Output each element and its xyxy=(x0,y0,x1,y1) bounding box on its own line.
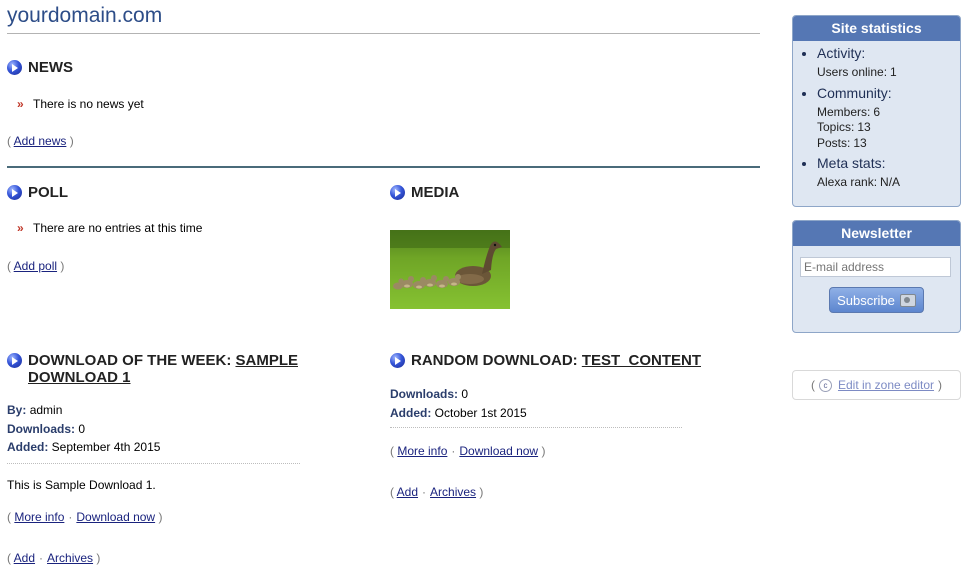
alexa-rank-row: Alexa rank: N/A xyxy=(817,175,901,189)
play-circle-icon xyxy=(7,185,22,200)
news-heading-text: NEWS xyxy=(28,59,73,76)
newsletter-box: Newsletter Subscribe xyxy=(792,220,961,333)
dotted-divider xyxy=(390,427,682,428)
activity-section: Activity: Users online:1 xyxy=(817,45,960,81)
news-actions: ( Add news ) xyxy=(7,134,74,148)
poll-heading-text: POLL xyxy=(28,184,68,201)
random-download-actions: ( More info · Download now ) xyxy=(390,444,546,458)
poll-empty-text: There are no entries at this time xyxy=(33,221,203,235)
add-news-link[interactable]: Add news xyxy=(14,134,67,148)
topics-row: Topics: 13 xyxy=(817,120,871,134)
subscribe-button[interactable]: Subscribe xyxy=(829,287,924,313)
media-heading: MEDIA xyxy=(390,184,459,201)
news-heading: NEWS xyxy=(7,59,73,76)
posts-row: Posts: 13 xyxy=(817,135,867,150)
download-now-link[interactable]: Download now xyxy=(459,444,538,458)
poll-empty-item: » There are no entries at this time xyxy=(7,221,202,235)
newsletter-title: Newsletter xyxy=(793,221,960,246)
duck-family-image xyxy=(390,230,510,309)
play-circle-icon xyxy=(390,353,405,368)
random-download-heading-prefix: RANDOM DOWNLOAD: xyxy=(411,352,582,369)
news-empty-text: There is no news yet xyxy=(33,97,144,111)
users-online-row: Users online: 1 xyxy=(817,65,897,79)
members-row: Members: 6 xyxy=(817,104,881,119)
community-section: Community: Members:6 Topics:13 Posts:13 xyxy=(817,85,960,152)
meta-stats-section: Meta stats: Alexa rank:N/A xyxy=(817,155,960,191)
download-week-meta: By: admin Downloads: 0 Added: September … xyxy=(7,403,161,454)
section-divider xyxy=(7,166,760,168)
play-circle-icon xyxy=(7,60,22,75)
dotted-divider xyxy=(7,463,300,464)
download-now-link[interactable]: Download now xyxy=(76,510,155,524)
poll-heading: POLL xyxy=(7,184,68,201)
more-info-link[interactable]: More info xyxy=(14,510,64,524)
added-date: September 4th 2015 xyxy=(51,440,161,454)
play-circle-icon xyxy=(7,353,22,368)
double-chevron-icon: » xyxy=(17,97,24,111)
zone-editor-box: ( c Edit in zone editor ) xyxy=(792,370,961,400)
media-thumbnail[interactable] xyxy=(390,230,510,309)
site-statistics-title: Site statistics xyxy=(793,16,960,41)
random-download-meta: Downloads: 0 Added: October 1st 2015 xyxy=(390,387,527,420)
edit-zone-editor-link[interactable]: Edit in zone editor xyxy=(838,378,934,392)
double-chevron-icon: » xyxy=(17,221,24,235)
random-download-admin-actions: ( Add · Archives ) xyxy=(390,485,484,499)
download-week-admin-actions: ( Add · Archives ) xyxy=(7,551,101,565)
added-date: October 1st 2015 xyxy=(434,405,527,420)
downloads-count: 0 xyxy=(461,387,469,401)
add-download-link[interactable]: Add xyxy=(397,485,418,499)
newsletter-email-input[interactable] xyxy=(800,257,951,277)
copyright-c-icon: c xyxy=(818,378,832,392)
add-download-link[interactable]: Add xyxy=(14,551,35,565)
downloads-count: 0 xyxy=(78,421,86,436)
news-empty-item: » There is no news yet xyxy=(7,97,144,111)
site-statistics-list: Activity: Users online:1 Community: Memb… xyxy=(793,45,960,191)
archives-link[interactable]: Archives xyxy=(47,551,93,565)
header-divider xyxy=(7,33,760,34)
download-week-heading: DOWNLOAD OF THE WEEK: SAMPLE DOWNLOAD 1 xyxy=(7,352,327,386)
poll-actions: ( Add poll ) xyxy=(7,259,65,273)
author-value: admin xyxy=(29,403,63,417)
download-week-heading-prefix: DOWNLOAD OF THE WEEK: xyxy=(28,352,236,369)
download-week-description: This is Sample Download 1. xyxy=(7,478,156,492)
site-title[interactable]: yourdomain.com xyxy=(7,4,162,28)
random-download-title-link[interactable]: TEST_CONTENT xyxy=(582,352,701,369)
site-statistics-box: Site statistics Activity: Users online:1… xyxy=(792,15,961,207)
download-week-actions: ( More info · Download now ) xyxy=(7,510,163,524)
media-heading-text: MEDIA xyxy=(411,184,460,201)
more-info-link[interactable]: More info xyxy=(397,444,447,458)
add-poll-link[interactable]: Add poll xyxy=(14,259,57,273)
play-circle-icon xyxy=(390,185,405,200)
random-download-heading: RANDOM DOWNLOAD: TEST_CONTENT xyxy=(390,352,701,369)
archives-link[interactable]: Archives xyxy=(430,485,476,499)
camera-icon xyxy=(899,293,916,307)
